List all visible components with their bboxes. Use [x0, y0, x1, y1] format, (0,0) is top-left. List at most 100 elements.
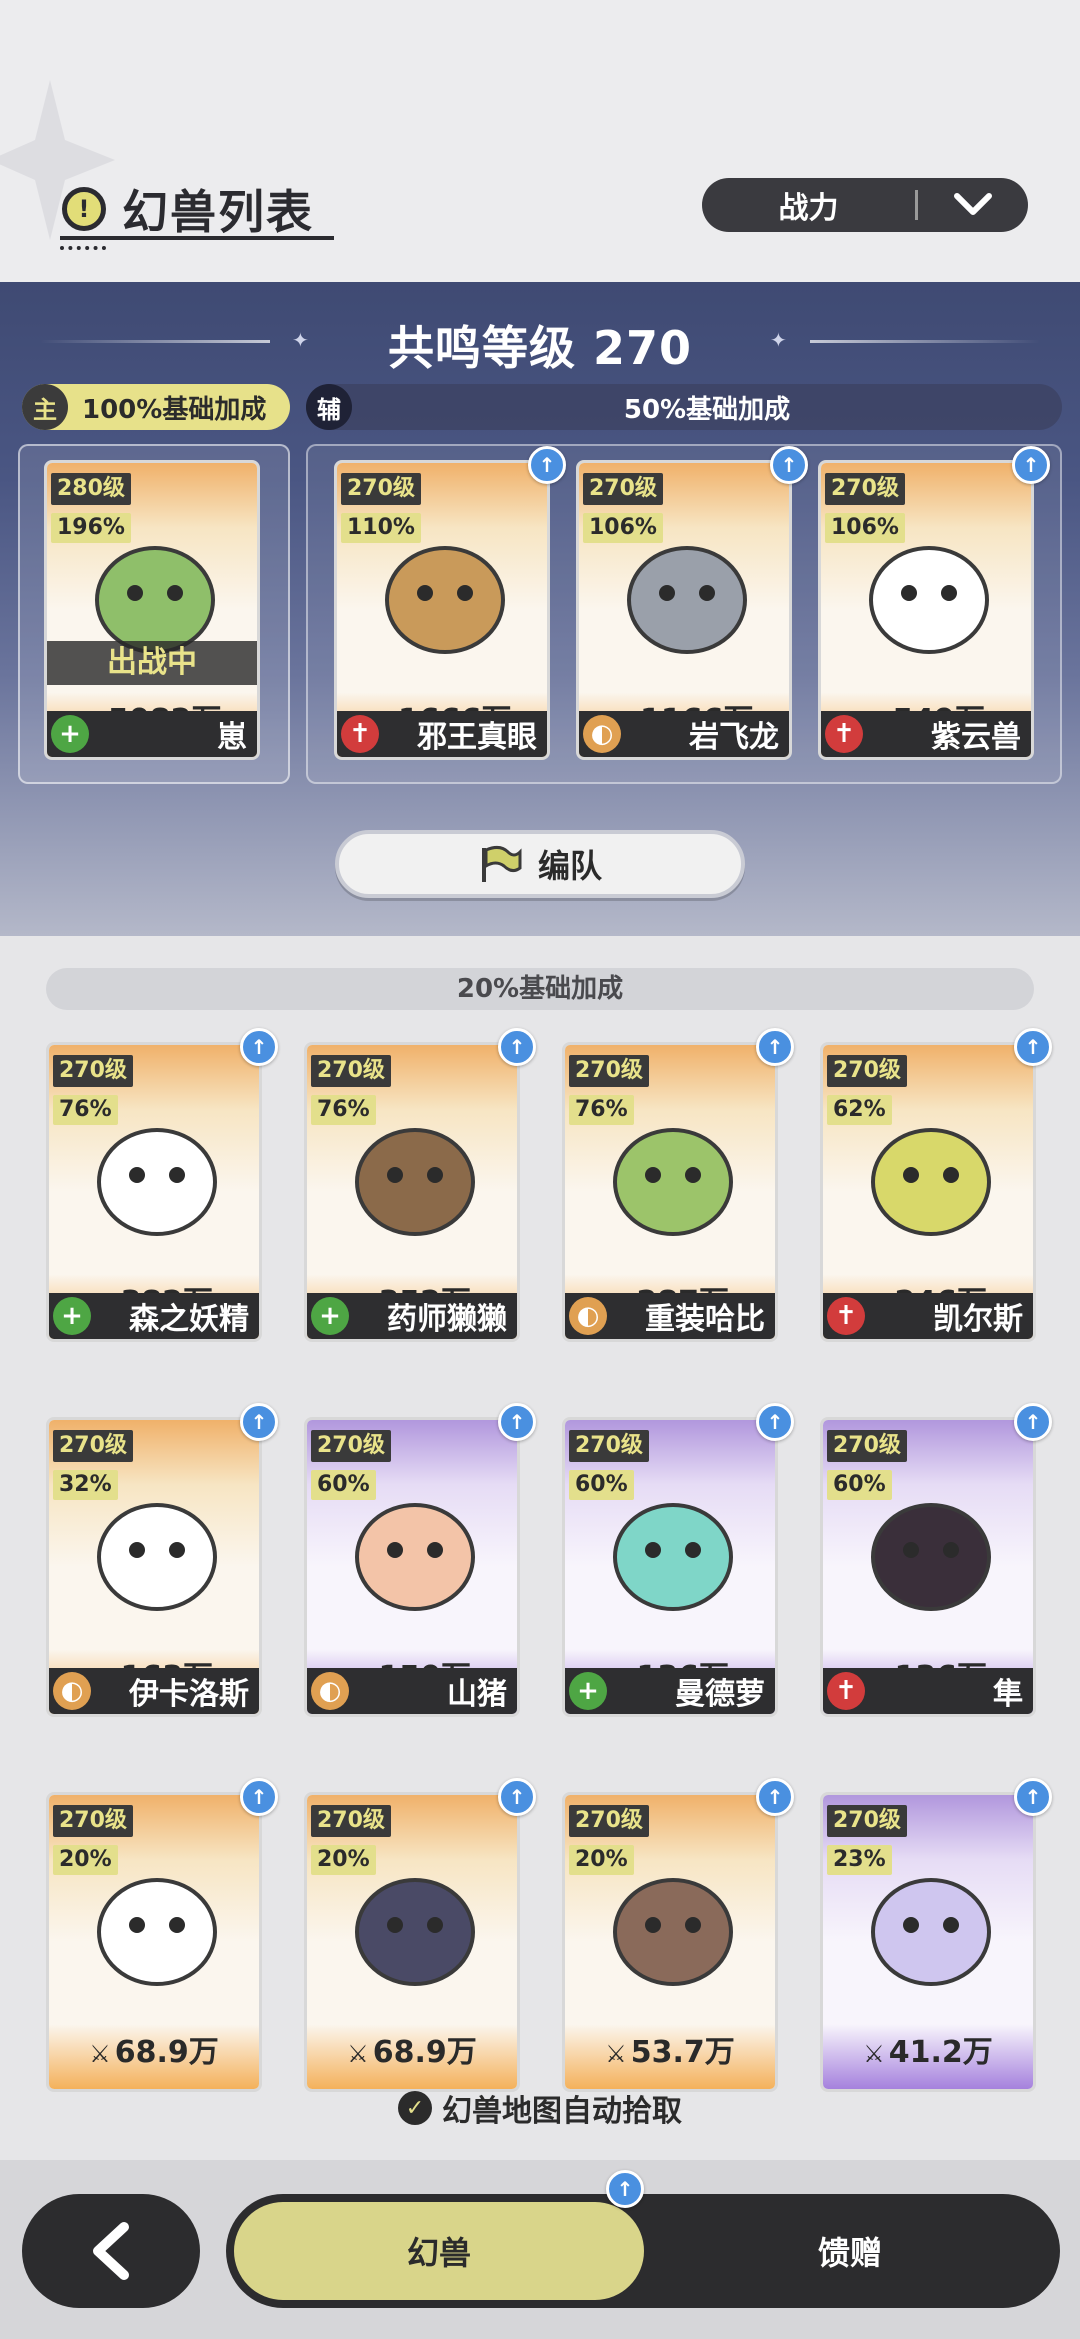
pet-card[interactable]: 270级76%⚔352万+药师獭獭 [304, 1042, 520, 1342]
upgrade-arrow-icon[interactable]: ↑ [770, 446, 808, 484]
auto-pickup-toggle[interactable]: ✓ 幻兽地图自动拾取 [0, 2086, 1080, 2130]
level-badge: 270级 [53, 1430, 133, 1462]
pet-card[interactable]: 270级60%⚔136万+曼德萝 [562, 1417, 778, 1717]
level-badge: 270级 [827, 1430, 907, 1462]
upgrade-arrow-icon[interactable]: ↑ [756, 1403, 794, 1441]
upgrade-arrow-icon[interactable]: ↑ [756, 1778, 794, 1816]
pet-card[interactable]: 280级196%出战中⚔5082万+崽 [44, 460, 260, 760]
bonus-percent-badge: 32% [53, 1470, 118, 1500]
title-dots [60, 246, 106, 250]
bonus-percent-badge: 196% [51, 513, 131, 543]
pet-name: 森之妖精 [129, 1302, 249, 1337]
power-text: 68.9万 [372, 2035, 477, 2070]
level-badge: 270级 [569, 1055, 649, 1087]
level-badge: 270级 [827, 1805, 907, 1837]
resonance-panel: ✦ ✦ 共鸣等级 270 主 100%基础加成 辅 50%基础加成 280级 19… [0, 282, 1080, 936]
upgrade-arrow-icon[interactable]: ↑ [498, 1028, 536, 1066]
level-badge: 270级 [311, 1805, 391, 1837]
pet-card[interactable]: 270级110%⚔1666万✝邪王真眼 [334, 460, 550, 760]
shield-icon: ◐ [53, 1672, 91, 1710]
level-badge: 270级 [311, 1430, 391, 1462]
pet-name: 邪王真眼 [417, 720, 537, 755]
pet-card[interactable]: 270级106%⚔1166万◐岩飞龙 [576, 460, 792, 760]
sub-tag: 辅 [306, 384, 352, 430]
sub-bonus-label: 50%基础加成 [623, 394, 791, 425]
sword-icon: ✝ [825, 715, 863, 753]
power-icon: ⚔ [89, 2040, 111, 2068]
header: ! 幻兽列表 战力 [0, 0, 1080, 282]
main-bonus-bar: 主 100%基础加成 [22, 384, 290, 430]
power-text: 68.9万 [114, 2035, 219, 2070]
bonus-percent-badge: 20% [569, 1845, 634, 1875]
name-bar: + 药师獭獭 [307, 1293, 517, 1339]
upgrade-arrow-icon[interactable]: ↑ [1012, 446, 1050, 484]
pet-card[interactable]: 270级62%⚔246万✝凯尔斯 [820, 1042, 1036, 1342]
level-badge: 270级 [569, 1805, 649, 1837]
bottom-nav: 幻兽 ↑ 馈赠 [0, 2160, 1080, 2339]
pet-name: 药师獭獭 [387, 1302, 507, 1337]
power-icon: ⚔ [863, 2040, 885, 2068]
page-title-group: ! 幻兽列表 [62, 176, 314, 242]
auto-pickup-label: 幻兽地图自动拾取 [442, 2094, 682, 2129]
level-badge: 270级 [583, 473, 663, 505]
power-value: ⚔ 41.2万 [823, 2027, 1033, 2071]
upgrade-arrow-icon[interactable]: ↑ [528, 446, 566, 484]
back-button[interactable] [22, 2194, 200, 2308]
back-arrow-icon [93, 2222, 129, 2280]
team-formation-button[interactable]: 编队 [335, 830, 745, 898]
pet-card[interactable]: 270级 20% ⚔ 53.7万 [562, 1792, 778, 2092]
pet-card[interactable]: 270级 20% ⚔ 68.9万 [46, 1792, 262, 2092]
bonus-percent-badge: 20% [311, 1845, 376, 1875]
pet-name: 隼 [993, 1677, 1023, 1712]
level-badge: 270级 [53, 1805, 133, 1837]
list-bonus-bar: 20%基础加成 [46, 968, 1034, 1010]
bonus-percent-badge: 106% [825, 513, 905, 543]
pet-name: 紫云兽 [931, 720, 1021, 755]
pet-name: 伊卡洛斯 [129, 1677, 249, 1712]
upgrade-arrow-icon[interactable]: ↑ [1014, 1778, 1052, 1816]
pet-card[interactable]: 270级 23% ⚔ 41.2万 [820, 1792, 1036, 2092]
sort-dropdown[interactable]: 战力 [702, 178, 1028, 232]
level-badge: 270级 [569, 1430, 649, 1462]
bonus-percent-badge: 60% [827, 1470, 892, 1500]
pet-name: 凯尔斯 [933, 1302, 1023, 1337]
name-bar: ◐ 重装哈比 [565, 1293, 775, 1339]
power-icon: ⚔ [347, 2040, 369, 2068]
sort-label: 战力 [778, 191, 839, 226]
pet-name: 山猪 [447, 1677, 507, 1712]
tab-gifts[interactable]: 馈赠 [650, 2202, 1050, 2300]
pet-card[interactable]: 270级76%⚔382万+森之妖精 [46, 1042, 262, 1342]
upgrade-arrow-icon[interactable]: ↑ [240, 1403, 278, 1441]
pet-card[interactable]: 270级60%⚔150万◐山猪 [304, 1417, 520, 1717]
shield-icon: ◐ [583, 715, 621, 753]
upgrade-arrow-icon[interactable]: ↑ [240, 1778, 278, 1816]
power-value: ⚔ 68.9万 [49, 2027, 259, 2071]
tab-pets[interactable]: 幻兽 [234, 2202, 644, 2300]
alert-icon: ! [62, 187, 106, 231]
pet-card[interactable]: 270级32%⚔163万◐伊卡洛斯 [46, 1417, 262, 1717]
in-battle-label: 出战中 [47, 641, 257, 685]
heal-icon: + [311, 1297, 349, 1335]
upgrade-arrow-icon[interactable]: ↑ [240, 1028, 278, 1066]
upgrade-arrow-icon[interactable]: ↑ [756, 1028, 794, 1066]
upgrade-arrow-icon[interactable]: ↑ [498, 1403, 536, 1441]
name-bar: ✝ 隼 [823, 1668, 1033, 1714]
level-badge: 270级 [825, 473, 905, 505]
bonus-percent-badge: 23% [827, 1845, 892, 1875]
name-bar: + 森之妖精 [49, 1293, 259, 1339]
title-underline [60, 236, 334, 240]
pet-card[interactable]: 270级 20% ⚔ 68.9万 [304, 1792, 520, 2092]
flag-icon [481, 845, 522, 882]
main-tag: 主 [22, 384, 68, 430]
upgrade-arrow-icon[interactable]: ↑ [1014, 1403, 1052, 1441]
power-text: 53.7万 [630, 2035, 735, 2070]
shield-icon: ◐ [311, 1672, 349, 1710]
pet-card[interactable]: 270级60%⚔136万✝隼 [820, 1417, 1036, 1717]
pet-card[interactable]: 270级106%⚔549万✝紫云兽 [818, 460, 1034, 760]
upgrade-arrow-icon[interactable]: ↑ [1014, 1028, 1052, 1066]
heal-icon: + [569, 1672, 607, 1710]
pet-card[interactable]: 270级76%⚔287万◐重装哈比 [562, 1042, 778, 1342]
upgrade-arrow-icon[interactable]: ↑ [498, 1778, 536, 1816]
name-bar: + 崽 [47, 711, 257, 757]
power-value: ⚔ 68.9万 [307, 2027, 517, 2071]
